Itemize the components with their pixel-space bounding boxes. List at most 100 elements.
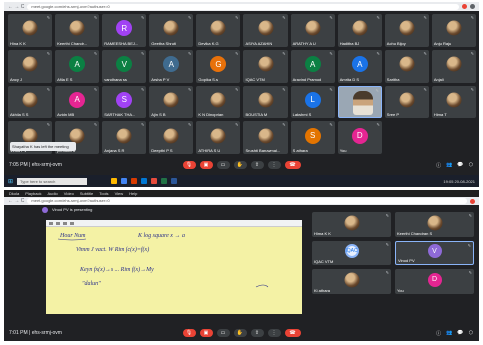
edge-icon[interactable] <box>141 178 148 184</box>
participant-tile[interactable]: ✎ A Arsha P V <box>149 49 194 83</box>
participant-tile[interactable]: ✎ R RAMEESHA BEJ... <box>102 14 147 47</box>
menu-item[interactable]: Help <box>129 191 137 196</box>
word-icon[interactable] <box>171 178 178 184</box>
participant-tile[interactable]: ✎ BOUSTIA M <box>243 85 288 119</box>
chrome-icon[interactable] <box>121 178 128 184</box>
present-button[interactable]: ⇪ <box>250 329 264 337</box>
pin-icon[interactable]: ✎ <box>329 122 332 127</box>
pin-icon[interactable]: ✎ <box>468 243 471 248</box>
pin-icon[interactable]: ✎ <box>47 51 50 56</box>
participant-tile[interactable]: ✎ Anjana S R <box>102 121 147 154</box>
participant-tile[interactable]: ✎ Keerthi Chandran S <box>395 212 474 237</box>
participant-tile[interactable]: ✎ Akhila S S <box>8 85 53 119</box>
pin-icon[interactable]: ✎ <box>94 51 97 56</box>
pin-icon[interactable]: ✎ <box>235 122 238 127</box>
participant-tile[interactable]: ✎ Ajin S B <box>149 85 194 119</box>
menu-item[interactable]: Dkola <box>9 191 19 196</box>
pin-icon[interactable]: ✎ <box>329 51 332 56</box>
pin-icon[interactable]: ✎ <box>376 122 379 127</box>
windows-start-icon[interactable]: ⊞ <box>8 178 13 185</box>
participant-tile[interactable]: ✎ Sree P <box>384 85 429 119</box>
participant-tile[interactable]: ✎ Srushti Baruwmal... <box>243 121 288 154</box>
pin-icon[interactable]: ✎ <box>469 213 472 218</box>
pin-icon[interactable]: ✎ <box>471 87 474 92</box>
pin-icon[interactable]: ✎ <box>94 122 97 127</box>
participant-tile[interactable]: ✎ D You <box>395 269 474 294</box>
participant-tile[interactable]: ✎ A Afila E S <box>55 49 100 83</box>
activities-icon[interactable]: ⬡ <box>469 330 473 337</box>
select-tool-icon[interactable] <box>63 221 67 225</box>
participant-tile[interactable]: ✎ D You <box>337 121 382 154</box>
participant-tile[interactable]: ✎ Deepthi P S <box>149 121 194 154</box>
profile-icon[interactable] <box>470 4 475 9</box>
menu-item[interactable]: Audio <box>47 191 57 196</box>
pin-icon[interactable]: ✎ <box>469 270 472 275</box>
menu-item[interactable]: Subtitle <box>80 191 93 196</box>
pin-icon[interactable]: ✎ <box>424 51 427 56</box>
pin-icon[interactable]: ✎ <box>329 87 332 92</box>
pin-icon[interactable]: ✎ <box>188 51 191 56</box>
info-icon[interactable]: ⓘ <box>436 330 441 337</box>
raise-hand-button[interactable]: ✋ <box>233 329 247 337</box>
pin-icon[interactable]: ✎ <box>329 15 332 20</box>
participant-tile[interactable]: ✎ ATHIRA S U <box>196 121 241 154</box>
participant-tile[interactable]: ✎ Hima K K <box>312 212 391 237</box>
participant-tile[interactable]: ✎ Devika K.G <box>196 14 241 47</box>
participant-tile[interactable]: ✎ Hina K K <box>8 14 53 47</box>
pin-icon[interactable]: ✎ <box>282 51 285 56</box>
office-icon[interactable] <box>131 178 138 184</box>
participant-tile[interactable]: ✎ Hima T <box>431 85 476 119</box>
pin-icon[interactable]: ✎ <box>141 15 144 20</box>
pin-icon[interactable]: ✎ <box>235 51 238 56</box>
participant-tile[interactable]: ✎ V vandhana ss <box>102 49 147 83</box>
browser-nav-buttons[interactable]: ← → C <box>8 4 24 10</box>
taskbar-search[interactable]: Type here to search <box>17 177 88 185</box>
pin-icon[interactable]: ✎ <box>188 15 191 20</box>
info-icon[interactable]: ⓘ <box>436 162 441 169</box>
pin-icon[interactable]: ✎ <box>188 87 191 92</box>
participant-tile[interactable]: ✎ A Aravind Pramod <box>290 49 335 83</box>
eraser-tool-icon[interactable] <box>56 221 60 225</box>
participant-tile[interactable]: ✎ Achu Bijoy <box>384 14 429 47</box>
pin-icon[interactable]: ✎ <box>424 15 427 20</box>
participant-tile[interactable]: ✎ Saritha <box>384 49 429 83</box>
browser-nav-buttons[interactable]: ← → C <box>8 198 24 204</box>
pin-icon[interactable]: ✎ <box>471 15 474 20</box>
menu-item[interactable]: Playback <box>25 191 41 196</box>
participant-tile[interactable]: ✎ Ki athara <box>312 269 391 294</box>
people-icon[interactable]: 👥 <box>446 162 452 169</box>
end-call-button[interactable]: ☎ <box>284 329 301 337</box>
pin-icon[interactable]: ✎ <box>94 87 97 92</box>
address-bar[interactable]: meet.google.com/ehs-srmj-ovm?authuser=0 <box>27 198 467 204</box>
people-icon[interactable]: 👥 <box>446 330 452 337</box>
excel-icon[interactable] <box>161 178 168 184</box>
participant-tile[interactable]: ✎ Keerthi Chandr... <box>55 14 100 47</box>
pin-icon[interactable]: ✎ <box>141 51 144 56</box>
captions-button[interactable]: ▭ <box>216 161 230 169</box>
participant-tile[interactable]: ✎ Anjali <box>431 49 476 83</box>
pin-icon[interactable]: ✎ <box>386 242 389 247</box>
pin-icon[interactable]: ✎ <box>282 15 285 20</box>
extension-icon[interactable] <box>462 4 467 9</box>
app-icon[interactable] <box>151 178 158 184</box>
camera-off-button[interactable]: ▣ <box>199 329 213 337</box>
participant-tile[interactable]: ✎ A Avidn MB <box>55 85 100 119</box>
participant-tile[interactable]: ✎ IQAC IQAC VTM <box>312 240 391 265</box>
shape-tool-icon[interactable] <box>70 221 74 225</box>
pin-icon[interactable]: ✎ <box>94 15 97 20</box>
raise-hand-button[interactable]: ✋ <box>233 161 247 169</box>
camera-off-button[interactable]: ▣ <box>199 161 213 169</box>
pin-icon[interactable]: ✎ <box>235 87 238 92</box>
pin-icon[interactable]: ✎ <box>471 51 474 56</box>
more-options-button[interactable]: ⋮ <box>267 161 281 169</box>
activities-icon[interactable]: ⬡ <box>469 162 473 169</box>
participant-tile[interactable]: ✎ L Lakshmi S <box>290 85 335 119</box>
pin-icon[interactable]: ✎ <box>282 87 285 92</box>
more-options-button[interactable]: ⋮ <box>267 329 281 337</box>
pin-icon[interactable]: ✎ <box>47 122 50 127</box>
end-call-button[interactable]: ☎ <box>284 161 301 169</box>
pin-icon[interactable]: ✎ <box>47 87 50 92</box>
participant-tile[interactable]: ✎ K N Dinoprian <box>196 85 241 119</box>
menu-item[interactable]: Video <box>64 191 74 196</box>
participant-tile[interactable]: ✎ S S athara <box>290 121 335 154</box>
